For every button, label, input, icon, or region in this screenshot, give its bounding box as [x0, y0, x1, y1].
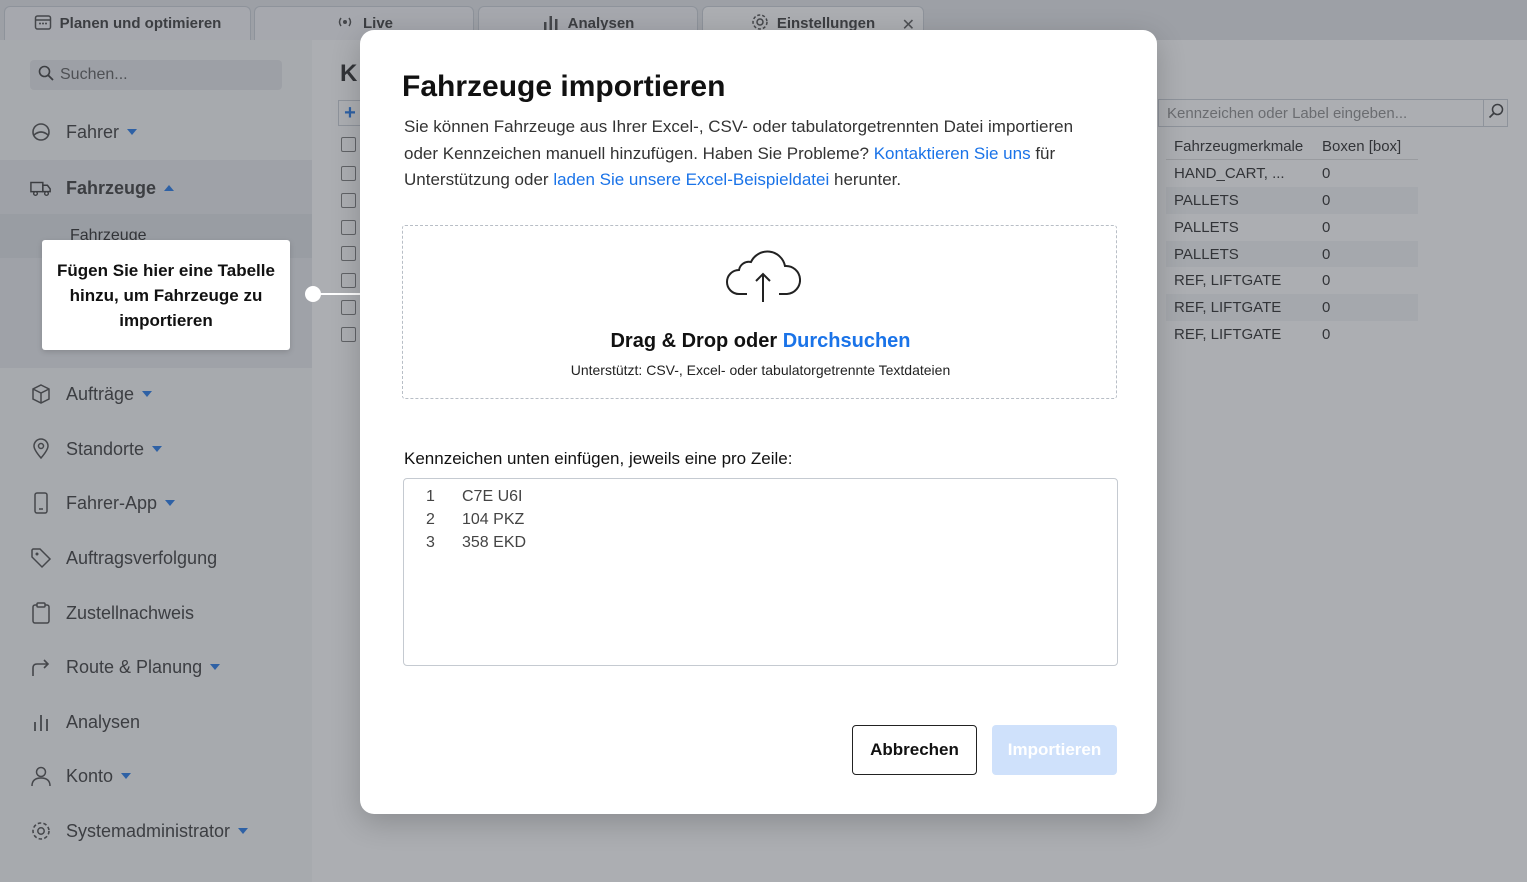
- download-sample-link[interactable]: laden Sie unsere Excel-Beispieldatei: [553, 170, 829, 189]
- supported-formats: Unterstützt: CSV-, Excel- oder tabulator…: [570, 362, 951, 378]
- plate-line: 3 358 EKD: [404, 531, 1117, 554]
- cloud-upload-icon: [725, 248, 802, 304]
- dialog-description: Sie können Fahrzeuge aus Ihrer Excel-, C…: [404, 114, 1104, 194]
- desc-text: herunter.: [829, 170, 902, 189]
- import-vehicles-dialog: Fahrzeuge importieren Sie können Fahrzeu…: [360, 30, 1157, 814]
- tooltip-dot: [305, 286, 321, 302]
- plate-line: 1 C7E U6I: [404, 485, 1117, 508]
- paste-label: Kennzeichen unten einfügen, jeweils eine…: [404, 449, 793, 468]
- plate-value: 358 EKD: [462, 533, 527, 551]
- plate-line: 2 104 PKZ: [404, 508, 1117, 531]
- file-dropzone[interactable]: Drag & Drop oder Durchsuchen Unterstützt…: [402, 225, 1117, 399]
- dropzone-text: Drag & Drop oder: [610, 330, 783, 352]
- contact-link[interactable]: Kontaktieren Sie uns: [874, 144, 1031, 163]
- plate-value: C7E U6I: [462, 487, 523, 505]
- dropzone-title: Drag & Drop oder Durchsuchen: [403, 330, 1118, 353]
- plates-textarea[interactable]: 1 C7E U6I 2 104 PKZ 3 358 EKD: [403, 478, 1118, 666]
- line-number: 1: [426, 487, 435, 505]
- plate-value: 104 PKZ: [462, 510, 525, 528]
- import-button[interactable]: Importieren: [992, 725, 1117, 775]
- cancel-button[interactable]: Abbrechen: [852, 725, 977, 775]
- dialog-title: Fahrzeuge importieren: [402, 70, 726, 103]
- line-number: 2: [426, 510, 435, 528]
- line-number: 3: [426, 533, 435, 551]
- browse-link[interactable]: Durchsuchen: [783, 330, 911, 352]
- onboarding-tooltip: Fügen Sie hier eine Tabelle hinzu, um Fa…: [42, 240, 290, 350]
